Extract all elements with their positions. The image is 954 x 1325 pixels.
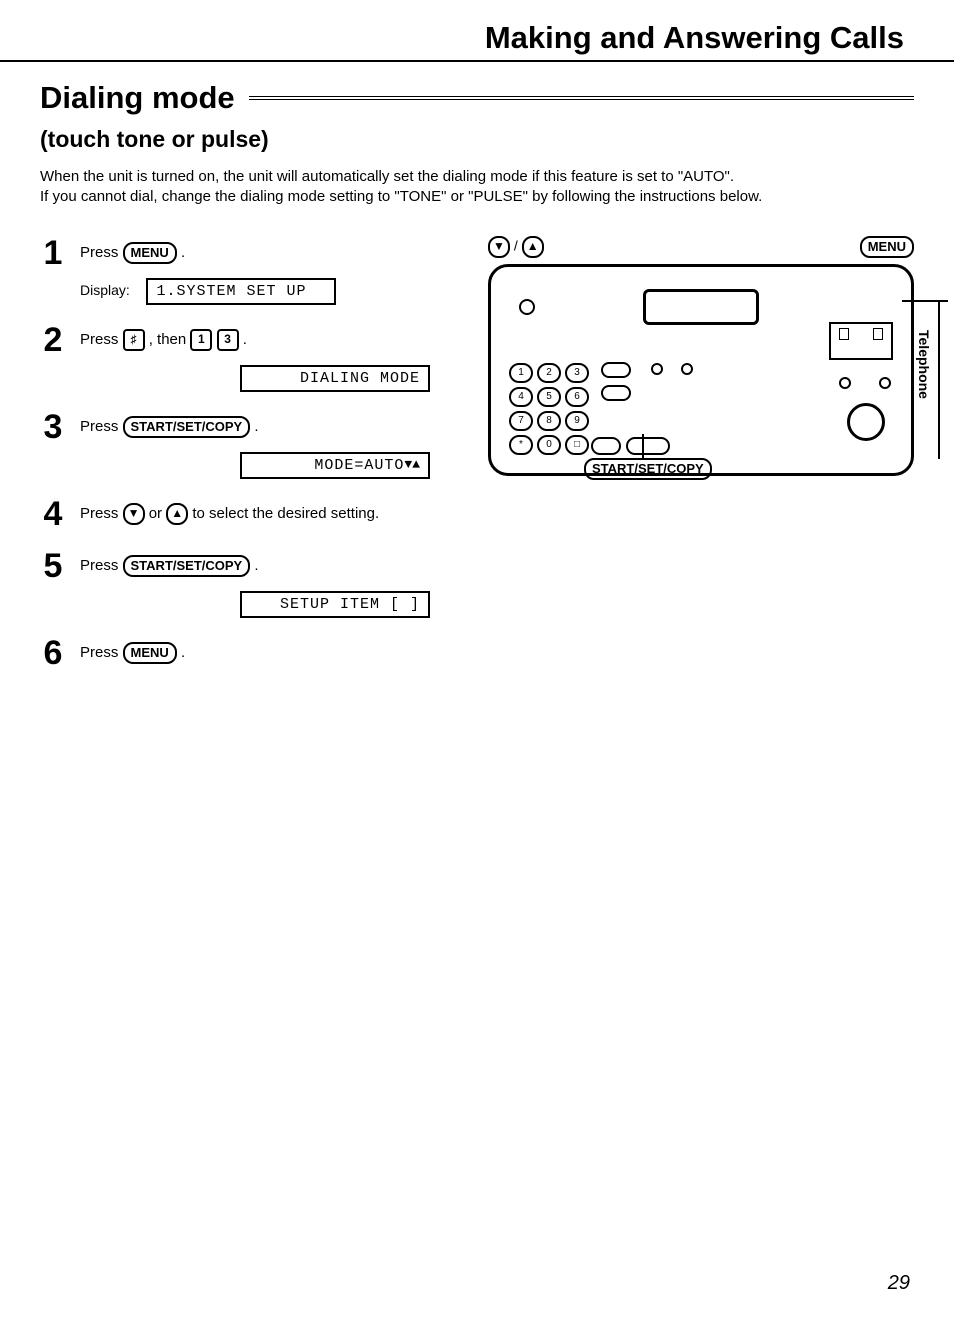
step-text: Press xyxy=(80,504,123,521)
lcd-display: 1.SYSTEM SET UP xyxy=(146,278,336,305)
illustration-column: ▼ / ▲ MENU 1 2 3 xyxy=(488,236,914,476)
step-text: . xyxy=(254,417,258,434)
device-button-icon xyxy=(591,437,621,455)
section-subtitle: (touch tone or pulse) xyxy=(40,126,914,153)
device-button-icon xyxy=(626,437,670,455)
device-dial xyxy=(847,403,885,441)
intro-line: When the unit is turned on, the unit wil… xyxy=(40,168,734,185)
step-number: 6 xyxy=(40,636,66,670)
indicator-icon xyxy=(839,377,851,389)
down-arrow-icon: ▼ xyxy=(488,236,510,258)
chapter-rule xyxy=(0,60,954,62)
keypad-key: 8 xyxy=(537,411,561,431)
step-number: 1 xyxy=(40,236,66,270)
leader-line xyxy=(642,434,644,458)
step-text: . xyxy=(181,643,185,660)
step-1: 1 Press MENU . Display: 1.SYSTEM SET UP xyxy=(40,236,460,305)
step-text: , then xyxy=(149,330,191,347)
device-screen xyxy=(643,289,759,325)
start-set-copy-callout: START/SET/COPY xyxy=(584,458,712,480)
keypad-key: 0 xyxy=(537,435,561,455)
step-text: . xyxy=(243,330,247,347)
section-tab: Telephone xyxy=(902,300,948,459)
lcd-text: MODE=AUTO xyxy=(314,457,404,474)
keypad-key: 9 xyxy=(565,411,589,431)
keypad-key: * xyxy=(509,435,533,455)
down-arrow-key: ▼ xyxy=(123,503,145,525)
step-number: 3 xyxy=(40,410,66,444)
menu-button-label: MENU xyxy=(123,242,177,264)
keypad-key: 6 xyxy=(565,387,589,407)
step-4: 4 Press ▼ or ▲ to select the desired set… xyxy=(40,497,460,531)
step-text: Press xyxy=(80,643,123,660)
step-number: 2 xyxy=(40,323,66,357)
start-set-copy-button-label: START/SET/COPY xyxy=(123,555,251,577)
device-output-tray xyxy=(829,322,893,360)
keypad-key: 3 xyxy=(565,363,589,383)
step-3: 3 Press START/SET/COPY . MODE=AUTO ▼▲ xyxy=(40,410,460,479)
keypad-key: 2 xyxy=(537,363,561,383)
hash-key: ♯ xyxy=(123,329,145,351)
section-tab-label: Telephone xyxy=(910,302,940,459)
lcd-display: SETUP ITEM [ ] xyxy=(240,591,430,618)
step-number: 4 xyxy=(40,497,66,531)
lcd-arrows-icon: ▼▲ xyxy=(404,457,420,472)
indicator-icon xyxy=(651,363,663,375)
step-6: 6 Press MENU . xyxy=(40,636,460,670)
steps-column: 1 Press MENU . Display: 1.SYSTEM SET UP … xyxy=(40,236,460,688)
device-button-icon xyxy=(601,362,631,378)
step-2: 2 Press ♯ , then 1 3 . DIALING MODE xyxy=(40,323,460,392)
start-set-copy-button-label: START/SET/COPY xyxy=(123,416,251,438)
device-keypad: 1 2 3 4 5 6 7 8 9 * 0 □ xyxy=(509,363,589,455)
chapter-title: Making and Answering Calls xyxy=(40,20,914,56)
keypad-key: 1 xyxy=(509,363,533,383)
lcd-display: MODE=AUTO ▼▲ xyxy=(240,452,430,479)
device-button-icon xyxy=(601,385,631,401)
step-text: . xyxy=(254,556,258,573)
one-key: 1 xyxy=(190,329,212,351)
indicator-icon xyxy=(519,299,535,315)
menu-callout: MENU xyxy=(860,236,914,258)
step-text: Press xyxy=(80,243,123,260)
section-rule xyxy=(249,96,914,100)
section-title: Dialing mode xyxy=(40,80,235,116)
intro-text: When the unit is turned on, the unit wil… xyxy=(40,167,914,208)
step-text: Press xyxy=(80,556,123,573)
step-5: 5 Press START/SET/COPY . SETUP ITEM [ ] xyxy=(40,549,460,618)
keypad-key: 4 xyxy=(509,387,533,407)
up-arrow-icon: ▲ xyxy=(522,236,544,258)
intro-line: If you cannot dial, change the dialing m… xyxy=(40,188,762,205)
menu-button-label: MENU xyxy=(123,642,177,664)
up-arrow-key: ▲ xyxy=(166,503,188,525)
keypad-key: 5 xyxy=(537,387,561,407)
step-text: to select the desired setting. xyxy=(192,504,379,521)
step-text: Press xyxy=(80,417,123,434)
page-number: 29 xyxy=(888,1272,910,1295)
step-text: or xyxy=(149,504,167,521)
keypad-key: □ xyxy=(565,435,589,455)
three-key: 3 xyxy=(217,329,239,351)
indicator-icon xyxy=(681,363,693,375)
keypad-key: 7 xyxy=(509,411,533,431)
step-text: . xyxy=(181,243,185,260)
indicator-icon xyxy=(879,377,891,389)
device-panel-illustration: 1 2 3 4 5 6 7 8 9 * 0 □ xyxy=(488,264,914,476)
step-number: 5 xyxy=(40,549,66,583)
display-label: Display: xyxy=(80,282,130,298)
step-text: Press xyxy=(80,330,123,347)
lcd-display: DIALING MODE xyxy=(240,365,430,392)
